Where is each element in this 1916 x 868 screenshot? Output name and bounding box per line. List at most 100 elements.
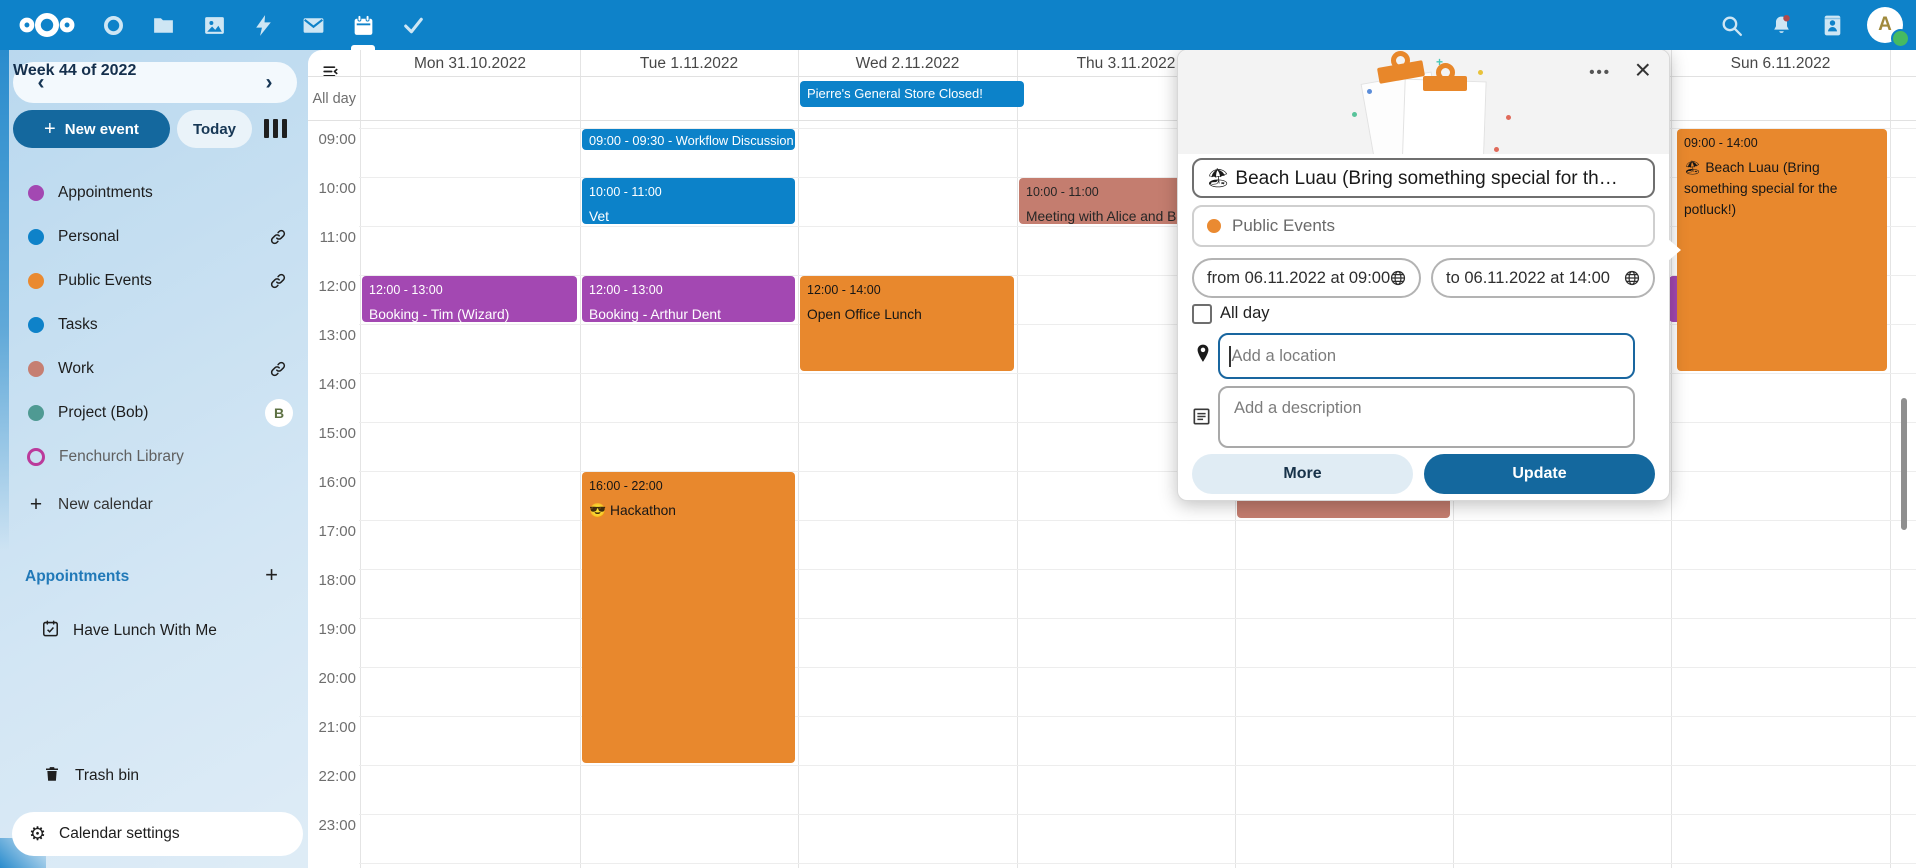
calendar-color-dot bbox=[28, 229, 44, 245]
event-time: 16:00 - 22:00 bbox=[589, 478, 788, 494]
search-icon[interactable] bbox=[1709, 0, 1753, 50]
collapse-allday-icon[interactable] bbox=[321, 62, 340, 81]
grid-column-line bbox=[580, 50, 581, 868]
share-link-icon[interactable] bbox=[269, 228, 287, 246]
vertical-scrollbar[interactable] bbox=[1901, 398, 1907, 530]
time-label: 22:00 bbox=[298, 768, 356, 785]
contacts-icon[interactable] bbox=[1810, 0, 1854, 50]
sidebar-calendar-item[interactable]: Tasks bbox=[12, 303, 300, 347]
sidebar-calendar-item[interactable]: Fenchurch Library bbox=[12, 435, 300, 479]
files-icon[interactable] bbox=[141, 0, 185, 50]
calendar-list: Appointments PersonalPublic EventsTasksWo… bbox=[12, 171, 300, 479]
day-header: Wed 2.11.2022 bbox=[798, 55, 1017, 77]
calendar-event[interactable]: 09:00 - 09:30 - Workflow Discussion bbox=[582, 129, 795, 151]
appointments-section-title: Appointments bbox=[25, 568, 129, 586]
description-icon bbox=[1191, 406, 1212, 427]
today-button[interactable]: Today bbox=[177, 110, 252, 148]
calendar-picker-select[interactable]: Public Events bbox=[1192, 205, 1655, 247]
mail-icon[interactable] bbox=[291, 0, 335, 50]
gear-icon: ⚙ bbox=[29, 825, 46, 844]
event-title: Open Office Lunch bbox=[807, 304, 1007, 325]
description-placeholder: Add a description bbox=[1234, 399, 1633, 418]
popup-illustration-header: + ••• × bbox=[1178, 50, 1669, 154]
calendar-event[interactable]: 16:00 - 22:00 😎 Hackathon bbox=[582, 472, 795, 763]
share-link-icon[interactable] bbox=[269, 360, 287, 378]
grid-column-line bbox=[1017, 50, 1018, 868]
trash-bin-button[interactable]: Trash bin bbox=[12, 754, 300, 798]
today-label: Today bbox=[193, 121, 236, 138]
calendar-settings-button[interactable]: ⚙ Calendar settings bbox=[12, 812, 303, 856]
event-title: 🏖 Beach Luau (Bring something special fo… bbox=[1684, 157, 1880, 220]
close-icon[interactable]: × bbox=[1635, 54, 1651, 86]
event-time: 12:00 - 14:00 bbox=[807, 282, 1007, 298]
grid-column-line bbox=[1890, 50, 1891, 868]
week-switcher: ‹ Week 44 of 2022 › bbox=[13, 62, 297, 103]
allday-checkbox-label: All day bbox=[1220, 304, 1270, 323]
sidebar-calendar-item[interactable]: Appointments bbox=[12, 171, 300, 215]
calendar-color-dot bbox=[28, 185, 44, 201]
activity-icon[interactable] bbox=[241, 0, 285, 50]
add-appointment-config-button[interactable]: + bbox=[265, 562, 278, 588]
event-title: 😎 Hackathon bbox=[589, 500, 788, 521]
sidebar-calendar-item[interactable]: Project (Bob)B bbox=[12, 391, 300, 435]
sidebar-calendar-item[interactable]: Public Events bbox=[12, 259, 300, 303]
sidebar-calendar-item[interactable]: Personal bbox=[12, 215, 300, 259]
end-datetime-value: to 06.11.2022 at 14:00 bbox=[1446, 269, 1610, 288]
calendar-color-dot bbox=[28, 361, 44, 377]
time-label: 14:00 bbox=[298, 376, 356, 393]
active-app-indicator bbox=[351, 45, 375, 50]
sidebar-calendar-item[interactable]: Work bbox=[12, 347, 300, 391]
time-label: 12:00 bbox=[298, 278, 356, 295]
calendar-event[interactable]: 10:00 - 11:00Vet bbox=[582, 178, 795, 224]
more-button[interactable]: More bbox=[1192, 454, 1413, 494]
view-columns-icon[interactable] bbox=[264, 119, 288, 139]
event-title-input[interactable] bbox=[1192, 158, 1655, 198]
hour-gridline bbox=[359, 765, 1916, 766]
calendar-event[interactable]: 12:00 - 13:00Booking - Tim (Wizard) bbox=[362, 276, 577, 322]
location-input[interactable]: Add a location bbox=[1218, 333, 1635, 379]
grid-column-line bbox=[1671, 50, 1672, 868]
timezone-globe-icon[interactable] bbox=[1389, 269, 1407, 287]
calendar-name: Appointments bbox=[58, 184, 153, 202]
calendar-name: Project (Bob) bbox=[58, 404, 148, 422]
time-label: 21:00 bbox=[298, 719, 356, 736]
description-input[interactable]: Add a description bbox=[1218, 386, 1635, 448]
dashboard-icon[interactable] bbox=[91, 0, 135, 50]
time-label: 10:00 bbox=[298, 180, 356, 197]
nextcloud-logo[interactable] bbox=[16, 10, 78, 40]
time-label: 20:00 bbox=[298, 670, 356, 687]
calendar-icon[interactable] bbox=[341, 0, 385, 50]
update-button[interactable]: Update bbox=[1424, 454, 1655, 494]
timezone-globe-icon[interactable] bbox=[1623, 269, 1641, 287]
event-title: Booking - Arthur Dent bbox=[589, 304, 788, 322]
calendar-event[interactable]: 12:00 - 13:00 Booking - Arthur Dent bbox=[582, 276, 795, 322]
calendar-picker-value: Public Events bbox=[1232, 216, 1335, 236]
calendar-event[interactable]: 12:00 - 14:00 Open Office Lunch bbox=[800, 276, 1014, 371]
previous-week-button[interactable]: ‹ bbox=[19, 62, 63, 103]
event-time: 12:00 - 13:00 bbox=[589, 282, 788, 298]
appointment-item[interactable]: Have Lunch With Me bbox=[12, 609, 300, 653]
start-datetime-field[interactable]: from 06.11.2022 at 09:00 bbox=[1192, 258, 1421, 298]
notifications-icon[interactable] bbox=[1759, 0, 1803, 50]
allday-event[interactable]: Pierre's General Store Closed! bbox=[800, 81, 1024, 107]
time-label: 16:00 bbox=[298, 474, 356, 491]
new-calendar-button[interactable]: + New calendar bbox=[12, 483, 300, 527]
photos-icon[interactable] bbox=[192, 0, 236, 50]
appointment-item-label: Have Lunch With Me bbox=[73, 622, 217, 640]
top-bar: A bbox=[0, 0, 1916, 50]
more-options-icon[interactable]: ••• bbox=[1589, 64, 1611, 81]
new-event-button[interactable]: + New event bbox=[13, 110, 170, 148]
calendar-event[interactable]: 09:00 - 14:00🏖 Beach Luau (Bring somethi… bbox=[1677, 129, 1887, 371]
end-datetime-field[interactable]: to 06.11.2022 at 14:00 bbox=[1431, 258, 1655, 298]
time-label: 15:00 bbox=[298, 425, 356, 442]
share-link-icon[interactable] bbox=[269, 272, 287, 290]
online-status-dot bbox=[1891, 29, 1910, 48]
confetti-dot bbox=[1494, 147, 1499, 152]
time-label: 09:00 bbox=[298, 131, 356, 148]
allday-checkbox[interactable] bbox=[1192, 304, 1212, 324]
trash-bin-label: Trash bin bbox=[75, 767, 139, 785]
next-week-button[interactable]: › bbox=[247, 62, 291, 103]
calendar-ring-icon bbox=[27, 448, 45, 466]
day-header: Sun 6.11.2022 bbox=[1671, 55, 1890, 77]
tasks-icon[interactable] bbox=[391, 0, 435, 50]
